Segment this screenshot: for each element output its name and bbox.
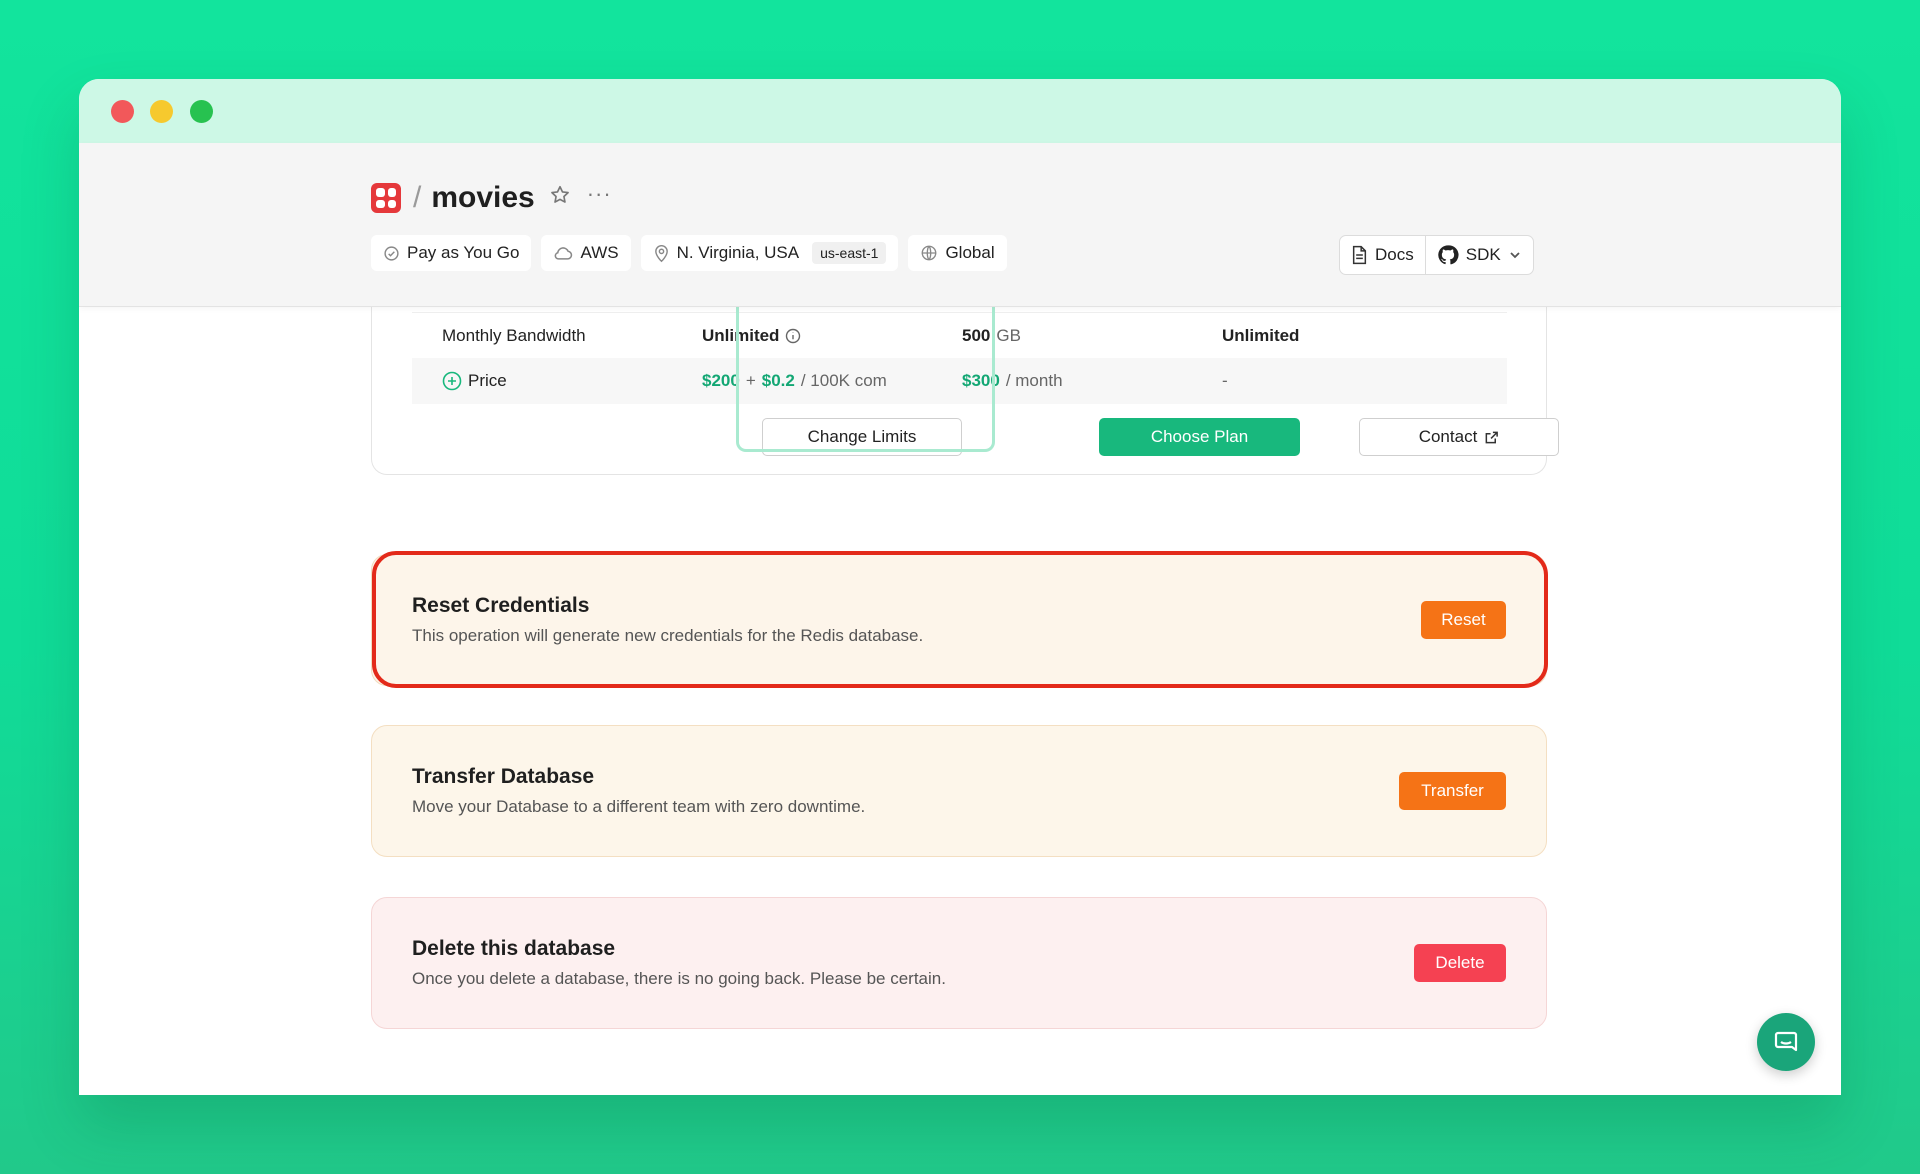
support-chat-button[interactable] <box>1757 1013 1815 1071</box>
change-limits-label: Change Limits <box>807 427 917 446</box>
contact-button[interactable]: Contact <box>1359 418 1559 456</box>
breadcrumb: / movies ··· <box>371 181 612 215</box>
delete-title: Delete this database <box>412 937 616 960</box>
settings-content: Monthly Bandwidth Unlimited 500 GB Unlim… <box>79 277 1841 1095</box>
github-icon <box>1438 245 1459 265</box>
price-label: Price <box>468 371 507 390</box>
reset-button-label: Reset <box>1441 610 1486 629</box>
choose-plan-label: Choose Plan <box>1150 427 1249 446</box>
bandwidth-enterprise: Unlimited <box>1222 325 1300 345</box>
breadcrumb-separator: / <box>413 181 422 214</box>
maximize-window-button[interactable] <box>190 100 213 123</box>
star-icon[interactable] <box>549 184 571 212</box>
delete-description: Once you delete a database, there is no … <box>412 969 946 988</box>
payg-usage-price: $0.2 <box>761 371 795 390</box>
more-options-icon[interactable]: ··· <box>587 181 612 207</box>
check-circle-icon <box>384 245 399 261</box>
map-pin-icon <box>654 244 668 262</box>
reset-button[interactable]: Reset <box>1421 601 1506 639</box>
delete-button[interactable]: Delete <box>1414 944 1506 982</box>
fixed-price: $300 <box>962 371 1000 390</box>
scope-chip: Global <box>908 235 1007 271</box>
sdk-dropdown-button[interactable]: SDK <box>1424 236 1533 274</box>
table-row-price: Price $200 + $0.2 / 100K com $300 / mont… <box>412 358 1507 404</box>
page-title: movies <box>431 181 535 214</box>
contact-label: Contact <box>1418 427 1478 446</box>
info-icon <box>786 328 801 343</box>
transfer-database-panel: Transfer Database Move your Database to … <box>371 725 1547 857</box>
chat-icon <box>1774 1031 1798 1052</box>
transfer-title: Transfer Database <box>412 765 595 788</box>
external-link-icon <box>1485 431 1499 443</box>
docs-label: Docs <box>1375 245 1414 264</box>
pricing-table: Monthly Bandwidth Unlimited 500 GB Unlim… <box>371 277 1559 475</box>
delete-button-label: Delete <box>1435 953 1485 972</box>
bandwidth-fixed-unit: GB <box>996 325 1021 345</box>
redis-logo-icon[interactable] <box>371 183 401 213</box>
region-chip: N. Virginia, USA us-east-1 <box>640 235 899 271</box>
change-limits-button[interactable]: Change Limits <box>762 418 962 456</box>
globe-icon <box>922 245 937 261</box>
app-window: / movies ··· Pay as You Go AWS N. Virgin… <box>79 79 1841 1095</box>
bandwidth-label: Monthly Bandwidth <box>442 325 586 345</box>
payg-price-unit: / 100K com <box>800 371 887 390</box>
title-bar <box>79 79 1841 143</box>
bandwidth-payg: Unlimited <box>702 325 780 345</box>
transfer-description: Move your Database to a different team w… <box>412 797 866 816</box>
scope-label: Global <box>945 243 995 262</box>
docs-button[interactable]: Docs <box>1340 236 1425 274</box>
payg-base-price: $200 <box>702 371 740 390</box>
docs-sdk-group: Docs SDK <box>1339 235 1534 275</box>
table-row-bandwidth: Monthly Bandwidth Unlimited 500 GB Unlim… <box>412 312 1507 358</box>
region-code-badge: us-east-1 <box>812 242 887 264</box>
choose-plan-button[interactable]: Choose Plan <box>1099 418 1300 456</box>
cloud-icon <box>555 246 573 260</box>
sdk-label: SDK <box>1465 245 1501 264</box>
cloud-chip: AWS <box>541 235 631 271</box>
cloud-label: AWS <box>580 243 619 262</box>
transfer-button-label: Transfer <box>1421 781 1484 800</box>
database-header: / movies ··· Pay as You Go AWS N. Virgin… <box>79 143 1841 307</box>
chevron-down-icon <box>1510 252 1520 259</box>
close-window-button[interactable] <box>111 100 134 123</box>
transfer-button[interactable]: Transfer <box>1399 772 1506 810</box>
fixed-price-unit: / month <box>1005 371 1063 390</box>
region-label: N. Virginia, USA <box>676 243 800 262</box>
bandwidth-fixed-value: 500 <box>962 325 991 345</box>
plan-chip: Pay as You Go <box>371 235 532 271</box>
reset-description: This operation will generate new credent… <box>412 626 924 645</box>
payg-plus: + <box>745 371 756 390</box>
reset-title: Reset Credentials <box>412 594 590 617</box>
delete-database-panel: Delete this database Once you delete a d… <box>371 897 1547 1029</box>
document-icon <box>1352 245 1367 265</box>
minimize-window-button[interactable] <box>150 100 173 123</box>
database-info-chips: Pay as You Go AWS N. Virginia, USA us-ea… <box>371 235 1007 271</box>
plus-circle-icon <box>442 371 462 391</box>
plan-label: Pay as You Go <box>407 243 520 262</box>
reset-credentials-panel: Reset Credentials This operation will ge… <box>371 554 1547 686</box>
enterprise-price: - <box>1222 371 1228 390</box>
